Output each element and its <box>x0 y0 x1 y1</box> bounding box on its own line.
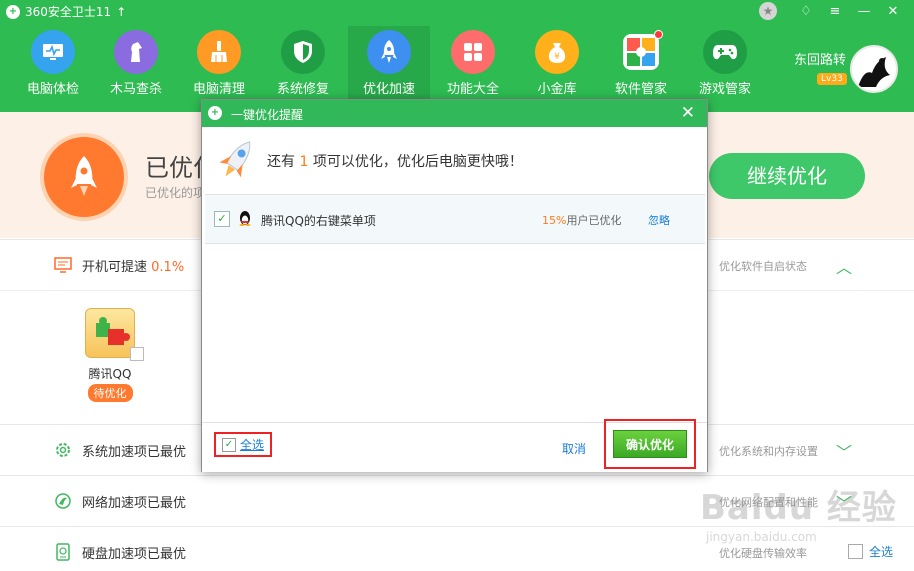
startup-value: 0.1% <box>151 260 185 275</box>
item-percent: 15%用户已优化 <box>542 212 621 228</box>
cancel-button[interactable]: 取消 <box>562 440 586 457</box>
ignore-link[interactable]: 忽略 <box>648 212 670 228</box>
app-title: + 360安全卫士11 ↑ <box>6 3 126 20</box>
tab-label: 电脑清理 <box>192 82 245 97</box>
summary-subtitle: 已优化的项 <box>145 186 206 200</box>
dialog-message-area: 还有 1 项可以优化，优化后电脑更快哦！ <box>202 128 707 194</box>
close-icon[interactable]: ✕ <box>882 2 904 22</box>
software-status-badge[interactable]: 待优化 <box>87 384 133 402</box>
top-bar: + 360安全卫士11 ↑ ★ ♢ ≡ — ✕ 电脑体检 木马查杀 电脑清理 系… <box>0 0 914 112</box>
skin-icon[interactable]: ♢ <box>795 2 817 22</box>
dialog-header: + 一键优化提醒 ✕ <box>202 100 707 127</box>
chevron-down-icon[interactable]: ﹀ <box>836 439 852 463</box>
gear-icon <box>54 441 72 459</box>
tab-label: 软件管家 <box>614 82 667 97</box>
message-prefix: 还有 <box>267 154 295 170</box>
select-all-toggle[interactable]: ✓ 全选 <box>214 432 272 457</box>
menu-icon[interactable]: ≡ <box>824 2 846 22</box>
minimize-icon[interactable]: — <box>853 2 875 22</box>
software-checkbox[interactable] <box>130 347 144 361</box>
startup-hint: 优化软件自启状态 <box>719 260 807 273</box>
coin-bag-icon: ¥ <box>535 30 579 74</box>
row-hint: 优化系统和内存设置 <box>719 445 818 458</box>
continue-optimize-button[interactable]: 继续优化 <box>709 153 865 199</box>
tab-label: 系统修复 <box>276 82 329 97</box>
software-card-qq[interactable]: 腾讯QQ 待优化 <box>70 308 150 402</box>
startup-label: 开机可提速 <box>82 260 148 275</box>
app-title-text: 360安全卫士11 <box>25 5 112 19</box>
confirm-highlight: 确认优化 <box>604 419 696 469</box>
tab-label: 游戏管家 <box>698 82 751 97</box>
optimize-item-row[interactable]: ✓ 腾讯QQ的右键菜单项 15%用户已优化 忽略 <box>205 194 705 244</box>
svg-text:¥: ¥ <box>554 52 560 62</box>
select-all-label: 全选 <box>240 438 265 452</box>
row-label: 硬盘加速项已最优 <box>82 547 187 562</box>
select-all-bottom[interactable]: 全选 <box>848 543 893 560</box>
rocket-icon <box>214 136 260 184</box>
star-icon[interactable]: ★ <box>759 2 777 20</box>
gamepad-icon <box>703 30 747 74</box>
watermark-sub: jingyan.baidu.com <box>706 530 817 544</box>
close-icon[interactable]: ✕ <box>681 103 695 123</box>
select-all-bottom-label: 全选 <box>869 545 894 559</box>
item-name: 腾讯QQ的右键菜单项 <box>261 214 376 228</box>
watermark: Baidu 经验 <box>700 488 897 528</box>
horse-icon <box>114 30 158 74</box>
row-label: 网络加速项已最优 <box>82 496 187 511</box>
grid-icon <box>451 30 495 74</box>
item-percent-suffix: 用户已优化 <box>566 214 622 227</box>
avatar[interactable] <box>850 45 898 93</box>
broom-icon <box>197 30 241 74</box>
qq-penguin-icon <box>237 210 253 226</box>
shield-icon <box>281 30 325 74</box>
select-all-checkbox[interactable] <box>848 544 863 559</box>
select-all-checkbox[interactable]: ✓ <box>222 437 236 452</box>
user-level-badge: Lv33 <box>817 73 847 85</box>
disk-icon <box>54 543 72 561</box>
tab-pc-checkup[interactable]: 电脑体检 <box>12 30 94 112</box>
user-name[interactable]: 东回路转 <box>794 49 846 68</box>
monitor-icon <box>54 256 72 274</box>
dialog-footer: ✓ 全选 取消 确认优化 <box>202 419 707 472</box>
message-suffix: 项可以优化，优化后电脑更快哦！ <box>312 154 523 170</box>
notification-dot <box>654 30 663 39</box>
app-logo-icon: + <box>208 106 222 120</box>
confirm-optimize-button[interactable]: 确认优化 <box>613 430 687 458</box>
dialog-title: 一键优化提醒 <box>231 108 304 122</box>
dialog-message: 还有 1 项可以优化，优化后电脑更快哦！ <box>267 151 523 171</box>
chevron-up-icon[interactable]: ︿ <box>836 254 852 278</box>
tab-label: 优化加速 <box>362 82 415 97</box>
tab-trojan-scan[interactable]: 木马查杀 <box>95 30 177 112</box>
rocket-icon <box>367 30 411 74</box>
item-percent-value: 15% <box>542 214 567 227</box>
tab-label: 木马查杀 <box>109 82 162 97</box>
message-count: 1 <box>299 154 309 170</box>
app-logo-icon: + <box>6 4 20 19</box>
network-icon <box>54 492 72 510</box>
monitor-icon <box>31 30 75 74</box>
row-label: 系统加速项已最优 <box>82 445 187 460</box>
rocket-icon <box>40 133 128 221</box>
item-checkbox[interactable]: ✓ <box>214 211 230 227</box>
puzzle-icon <box>85 308 144 361</box>
software-icon <box>623 30 663 70</box>
tab-label: 功能大全 <box>446 82 499 97</box>
tab-label: 小金库 <box>537 82 577 97</box>
software-name: 腾讯QQ <box>88 367 132 381</box>
upgrade-arrow-icon[interactable]: ↑ <box>116 5 126 19</box>
row-hint: 优化硬盘传输效率 <box>719 547 807 560</box>
tab-label: 电脑体检 <box>26 82 79 97</box>
optimize-reminder-dialog: + 一键优化提醒 ✕ 还有 1 项可以优化，优化后电脑更快哦！ ✓ 腾讯QQ的右… <box>201 99 708 472</box>
